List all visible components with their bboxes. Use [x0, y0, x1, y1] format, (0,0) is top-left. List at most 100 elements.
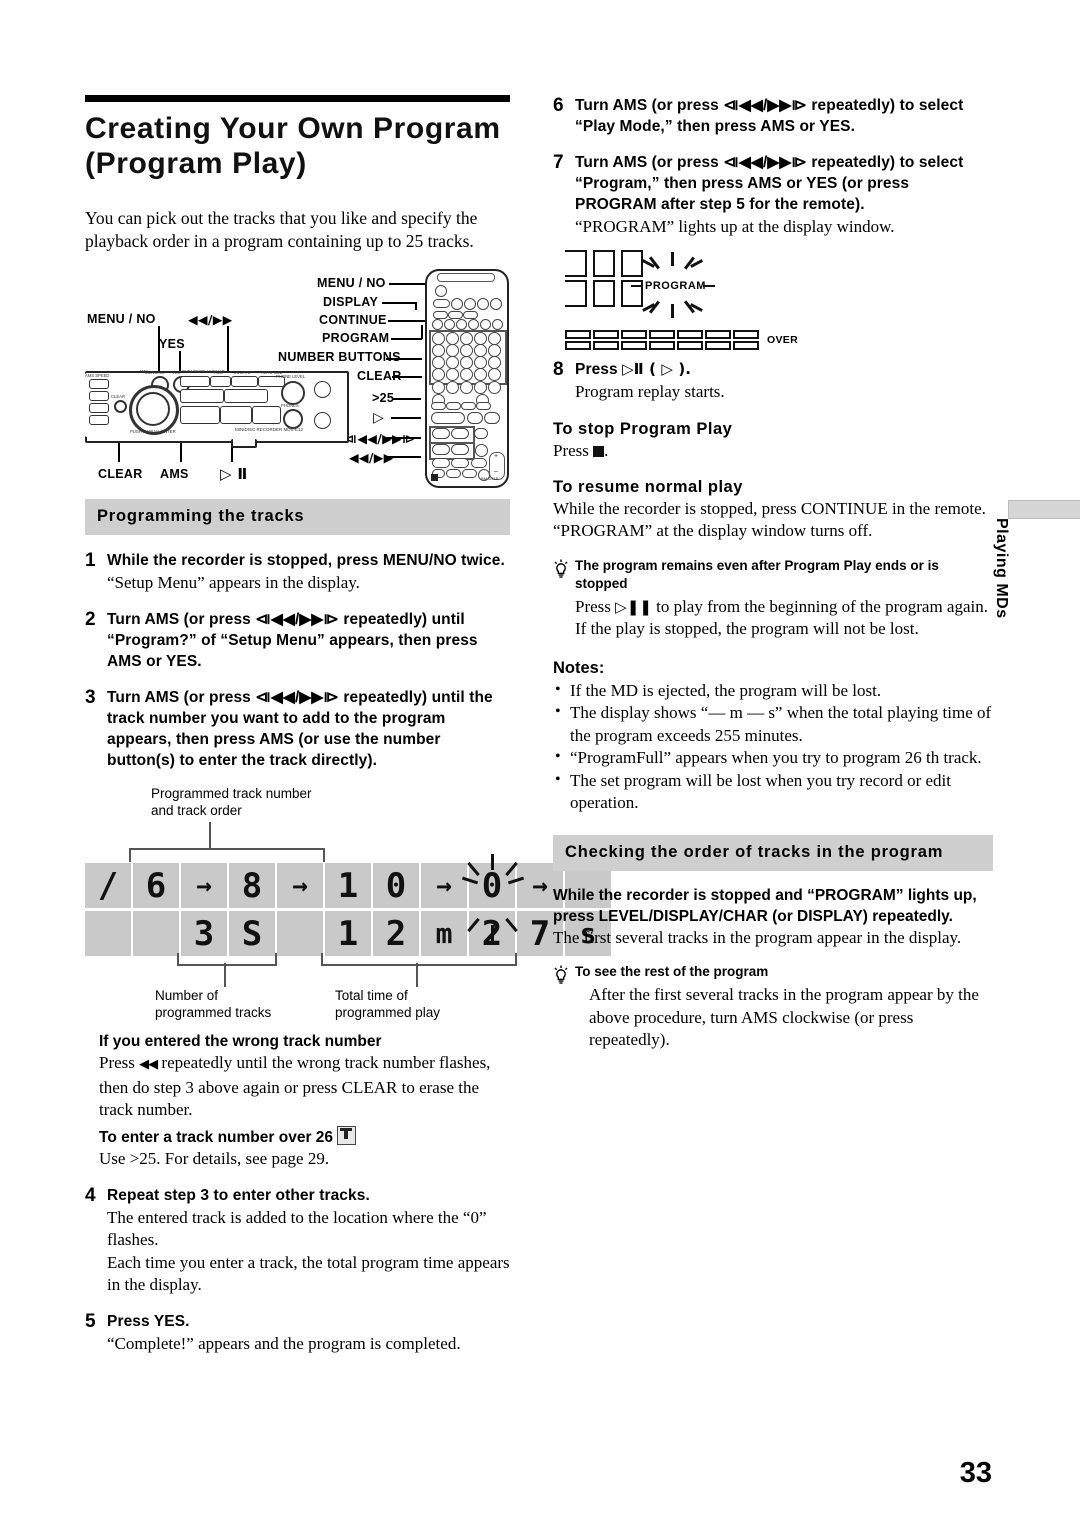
remote-button[interactable]	[467, 412, 483, 424]
deck-level-display-button[interactable]	[180, 376, 210, 387]
segment-block	[565, 280, 587, 307]
deck-ams-dial-inner[interactable]	[136, 392, 170, 426]
remote-rew-button[interactable]	[432, 444, 450, 455]
label-deck-menu-no: MENU / NO	[87, 312, 156, 326]
remote-number-18[interactable]	[460, 368, 473, 381]
remote-power-button[interactable]	[435, 285, 447, 297]
remote-display-button[interactable]	[451, 298, 463, 310]
remote-button[interactable]	[456, 319, 467, 330]
remote-skip-back-button[interactable]	[432, 428, 450, 439]
lcd-leader	[224, 963, 226, 987]
remote-program-button[interactable]	[463, 311, 478, 319]
remote-button[interactable]	[492, 319, 503, 330]
lcd-callout-count: Number of programmed tracks	[155, 987, 305, 1021]
tip-body: Press ▷❚❚ to play from the beginning of …	[575, 596, 993, 641]
leader-line	[415, 302, 417, 310]
lcd-bracket-time	[321, 953, 517, 966]
remote-button[interactable]	[480, 319, 491, 330]
remote-continue-button[interactable]	[433, 311, 448, 319]
segment-block	[621, 250, 643, 277]
remote-number-17[interactable]	[446, 368, 459, 381]
lcd-cell	[277, 911, 323, 956]
remote-ff-button[interactable]	[451, 444, 469, 455]
remote-play-button[interactable]	[431, 412, 465, 424]
remote-number-20[interactable]	[488, 368, 501, 381]
over26-body: Use >25. For details, see page 29.	[99, 1148, 330, 1168]
deck-rew-button[interactable]	[180, 389, 224, 403]
deck-tiny-label: PUSH MANUAL/ENTER	[130, 429, 176, 434]
wrong-track-body-pre: Press	[99, 1053, 140, 1072]
step-sub: “PROGRAM” lights up at the display windo…	[575, 217, 895, 236]
remote-button[interactable]	[448, 311, 463, 319]
step-lead: Turn AMS (or press ⧏◀◀/▶▶⧐ repeatedly) t…	[575, 97, 964, 135]
remote-number-19[interactable]	[474, 368, 487, 381]
remote-hint-icon	[337, 1125, 357, 1145]
lcd-callout-top: Programmed track number and track order	[151, 785, 381, 819]
remote-button[interactable]	[446, 469, 461, 478]
step-sub-a: The entered track is added to the locati…	[107, 1208, 487, 1249]
remote-button[interactable]	[475, 444, 488, 457]
program-burst-ray	[631, 285, 643, 288]
wrong-track-heading: If you entered the wrong track number	[99, 1033, 382, 1050]
note-item: The set program will be lost when you tr…	[553, 769, 993, 815]
remote-clear-button[interactable]	[474, 381, 487, 394]
deck-ff-button[interactable]	[224, 389, 268, 403]
remote-button[interactable]	[464, 298, 476, 310]
remote-button[interactable]	[432, 458, 450, 468]
deck-phone-level-knob[interactable]	[281, 381, 305, 405]
leader-line	[382, 302, 416, 304]
remote-number-21[interactable]	[432, 381, 445, 394]
program-indicator-label: PROGRAM	[645, 280, 706, 292]
remote-menu-no-button[interactable]	[477, 298, 489, 310]
deck-locate-button[interactable]	[231, 376, 258, 387]
remote-number-23[interactable]	[460, 381, 473, 394]
remote-square-button[interactable]	[431, 474, 438, 481]
remote-button[interactable]	[461, 402, 476, 410]
remote-button[interactable]	[476, 402, 491, 410]
remote-button[interactable]	[471, 458, 487, 468]
leader-line	[392, 376, 422, 378]
remote-button[interactable]	[444, 319, 455, 330]
meter-cell	[593, 330, 619, 339]
step-lead: Repeat step 3 to enter other tracks.	[107, 1187, 370, 1204]
remote-skip-fwd-button[interactable]	[451, 428, 469, 439]
remote-button[interactable]	[451, 458, 469, 468]
remote-button[interactable]	[433, 299, 450, 308]
step-number: 4	[85, 1185, 96, 1206]
remote-button[interactable]	[474, 428, 488, 439]
leader-line	[421, 325, 423, 339]
lcd-bracket-top	[129, 848, 325, 862]
deck-clear-button[interactable]	[114, 400, 127, 413]
step-8: 8 Press ▷Ⅱ ( ▷ ). Program replay starts.	[553, 359, 993, 403]
leader-line	[391, 417, 421, 419]
meter-cell	[649, 330, 675, 339]
lcd-cell: →	[421, 863, 467, 908]
deck-play-pause-button[interactable]	[180, 406, 220, 424]
remote-button[interactable]	[468, 319, 479, 330]
page-title-line1: Creating Your Own Program	[85, 112, 501, 145]
remote-button[interactable]	[432, 319, 443, 330]
deck-stop-button[interactable]	[220, 406, 252, 424]
deck-record-button[interactable]	[252, 406, 281, 424]
label-remote-display: DISPLAY	[323, 295, 379, 309]
lcd-callout-time-line2: programmed play	[335, 1005, 441, 1020]
step-number: 5	[85, 1311, 96, 1332]
step-lead: Press ▷Ⅱ ( ▷ ).	[575, 359, 993, 380]
deck-time-button[interactable]	[210, 376, 231, 387]
wrong-track-body-post: repeatedly until the wrong track number …	[99, 1053, 491, 1119]
remote-volume-plus: +	[494, 453, 499, 460]
remote-button[interactable]	[490, 298, 502, 310]
deck-small-button	[89, 391, 109, 401]
remote-number-16[interactable]	[432, 368, 445, 381]
remote-button[interactable]	[462, 469, 477, 478]
remote-number-22[interactable]	[446, 381, 459, 394]
step-sub: Program replay starts.	[575, 382, 725, 401]
remote-button[interactable]	[431, 402, 446, 410]
remote-button[interactable]	[446, 402, 461, 410]
remote-button[interactable]	[484, 412, 500, 424]
lcd-callout-time: Total time of programmed play	[335, 987, 495, 1021]
step-number: 2	[85, 609, 96, 630]
meter-cell	[621, 330, 647, 339]
remote-number-25[interactable]	[488, 381, 501, 394]
step-3: 3 Turn AMS (or press ⧏◀◀/▶▶⧐ repeatedly)…	[85, 687, 510, 771]
